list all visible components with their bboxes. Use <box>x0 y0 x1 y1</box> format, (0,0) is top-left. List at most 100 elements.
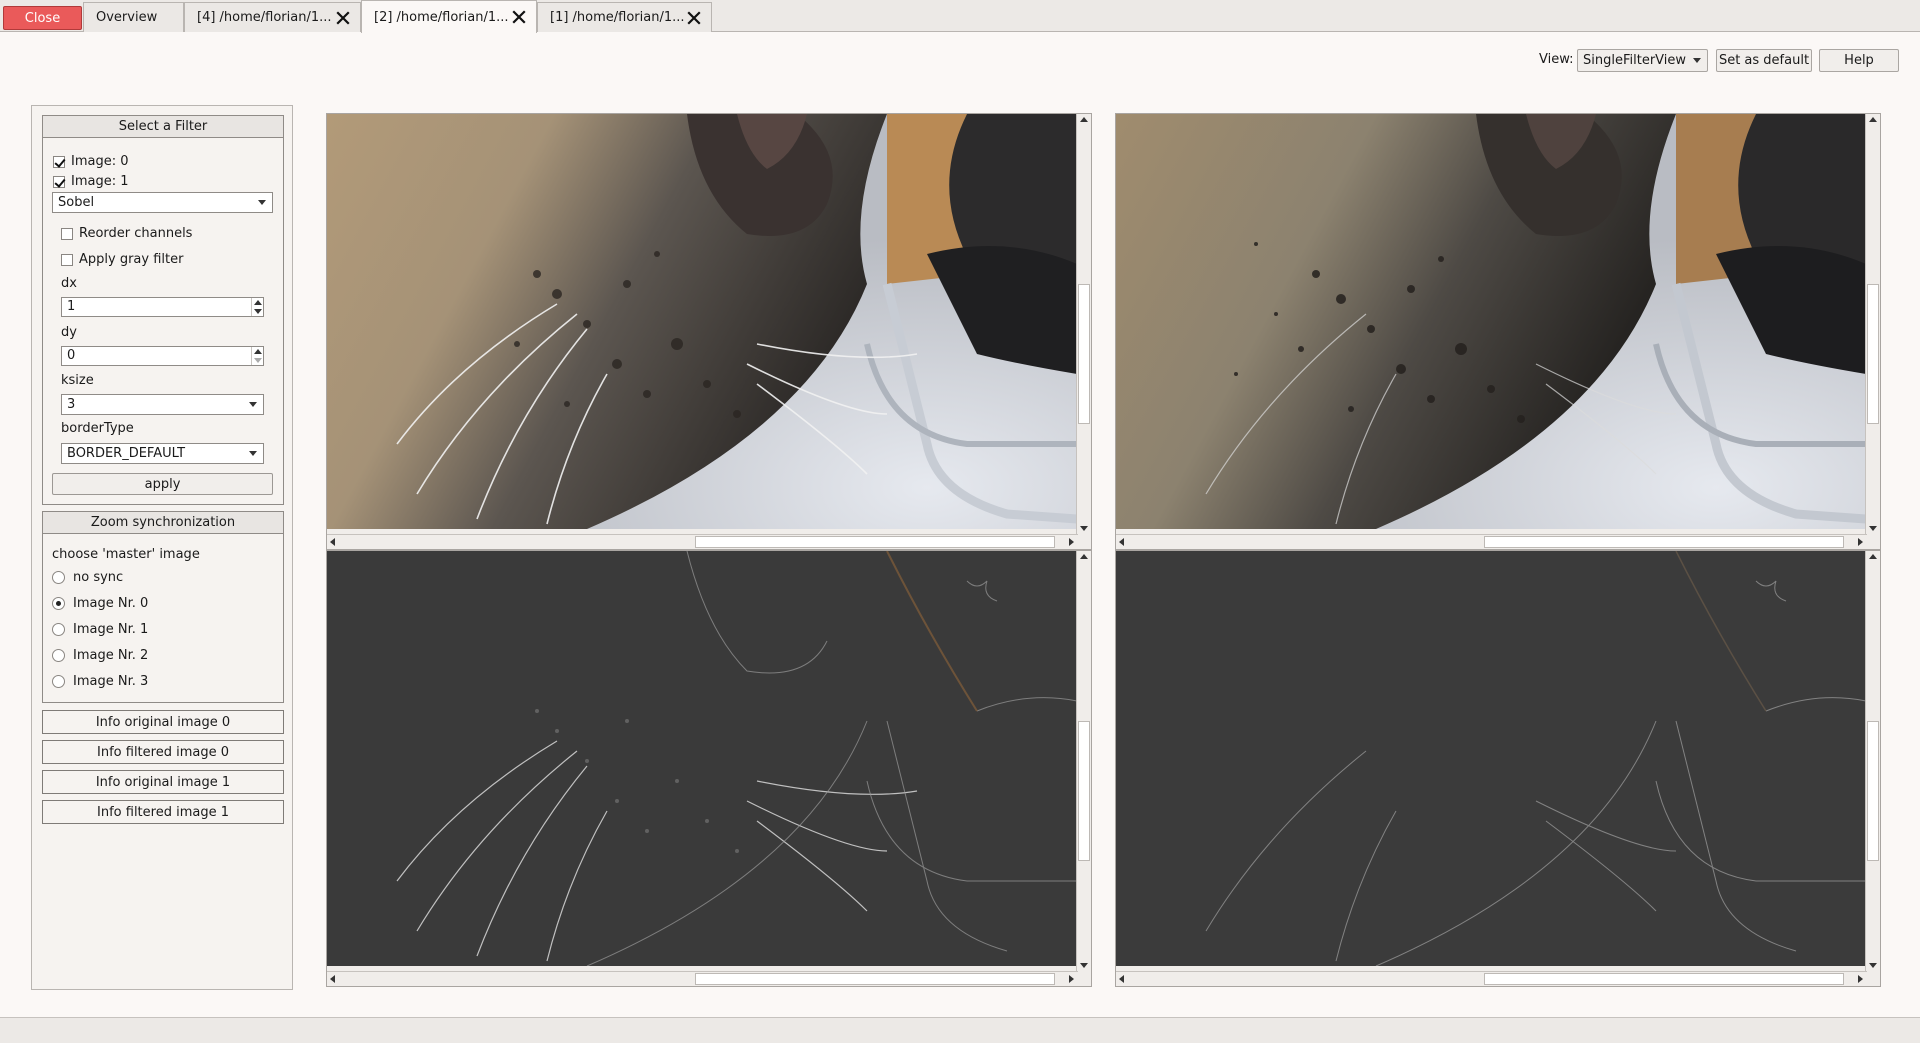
info-original-1-button[interactable]: Info original image 1 <box>42 770 284 794</box>
radio-circle <box>52 623 65 636</box>
tab-label: [1] /home/florian/1... <box>550 10 685 25</box>
scroll-right-icon[interactable] <box>1858 538 1863 546</box>
spin-buttons[interactable] <box>251 347 263 365</box>
scroll-thumb[interactable] <box>1078 284 1090 424</box>
tab-label: [2] /home/florian/1... <box>374 9 509 25</box>
view-select-value: SingleFilterView <box>1583 53 1687 68</box>
checkbox-box <box>53 155 65 168</box>
scroll-thumb[interactable] <box>1484 973 1844 985</box>
help-button[interactable]: Help <box>1819 49 1899 72</box>
tab-image-2[interactable]: [2] /home/florian/1... <box>361 0 537 33</box>
vertical-scrollbar[interactable] <box>1865 551 1880 972</box>
scroll-thumb[interactable] <box>1867 721 1879 861</box>
viewer-original-0 <box>326 113 1092 550</box>
close-icon[interactable] <box>512 10 526 24</box>
image-filtered-0[interactable] <box>327 551 1077 966</box>
scroll-thumb[interactable] <box>695 536 1055 548</box>
close-icon[interactable] <box>336 10 350 25</box>
spin-buttons[interactable] <box>251 298 263 316</box>
info-original-0-button[interactable]: Info original image 0 <box>42 710 284 734</box>
scroll-left-icon[interactable] <box>1119 975 1124 983</box>
radio-image-3[interactable]: Image Nr. 3 <box>52 674 148 689</box>
radio-image-1[interactable]: Image Nr. 1 <box>52 622 148 637</box>
dx-spinbox[interactable]: 1 <box>61 297 264 317</box>
horizontal-scrollbar[interactable] <box>1116 971 1867 986</box>
tab-image-1[interactable]: [1] /home/florian/1... <box>537 2 712 32</box>
tab-label: [4] /home/florian/1... <box>197 10 332 25</box>
scroll-down-icon[interactable] <box>1869 526 1877 531</box>
zoom-sync-group: Zoom synchronization choose 'master' ima… <box>42 511 284 703</box>
scroll-thumb[interactable] <box>1867 284 1879 424</box>
gray-filter-checkbox[interactable]: Apply gray filter <box>61 252 183 267</box>
set-default-button[interactable]: Set as default <box>1716 49 1812 72</box>
viewer-filtered-0 <box>326 550 1092 987</box>
image-original-1[interactable] <box>1116 114 1866 529</box>
scroll-right-icon[interactable] <box>1069 975 1074 983</box>
scroll-down-icon[interactable] <box>1080 963 1088 968</box>
radio-image-0[interactable]: Image Nr. 0 <box>52 596 148 611</box>
chevron-up-icon <box>254 349 262 354</box>
ksize-select[interactable]: 3 <box>61 394 264 415</box>
chevron-down-icon <box>249 451 257 456</box>
horizontal-scrollbar[interactable] <box>1116 534 1867 549</box>
horizontal-scrollbar[interactable] <box>327 971 1078 986</box>
image1-label: Image: 1 <box>71 174 129 189</box>
image1-checkbox[interactable]: Image: 1 <box>53 174 129 189</box>
view-select[interactable]: SingleFilterView <box>1577 49 1708 72</box>
radio-no-sync[interactable]: no sync <box>52 570 123 585</box>
checkbox-box <box>61 227 73 240</box>
scroll-left-icon[interactable] <box>330 538 335 546</box>
scroll-up-icon[interactable] <box>1869 117 1877 122</box>
border-type-select[interactable]: BORDER_DEFAULT <box>61 443 264 464</box>
scroll-left-icon[interactable] <box>330 975 335 983</box>
horizontal-scrollbar[interactable] <box>327 534 1078 549</box>
filter-group-title: Select a Filter <box>43 116 283 138</box>
scroll-right-icon[interactable] <box>1069 538 1074 546</box>
vertical-scrollbar[interactable] <box>1865 114 1880 535</box>
radio-label: Image Nr. 0 <box>73 596 149 611</box>
info-filtered-0-button[interactable]: Info filtered image 0 <box>42 740 284 764</box>
radio-label: Image Nr. 2 <box>73 648 149 663</box>
close-button[interactable]: Close <box>3 6 82 30</box>
image-original-0[interactable] <box>327 114 1077 529</box>
dy-value: 0 <box>67 348 76 363</box>
info-filtered-1-button[interactable]: Info filtered image 1 <box>42 800 284 824</box>
chevron-down-icon <box>258 200 266 205</box>
checkbox-box <box>61 253 73 266</box>
radio-circle <box>52 597 65 610</box>
vertical-scrollbar[interactable] <box>1076 114 1091 535</box>
left-panel: Select a Filter Image: 0 Image: 1 Sobel … <box>31 105 293 990</box>
radio-image-2[interactable]: Image Nr. 2 <box>52 648 148 663</box>
apply-button[interactable]: apply <box>52 473 273 495</box>
ksize-value: 3 <box>67 397 76 412</box>
filter-select[interactable]: Sobel <box>52 192 273 213</box>
image0-checkbox[interactable]: Image: 0 <box>53 154 129 169</box>
viewer-original-1 <box>1115 113 1881 550</box>
scroll-thumb[interactable] <box>1484 536 1844 548</box>
scroll-up-icon[interactable] <box>1869 554 1877 559</box>
scroll-up-icon[interactable] <box>1080 117 1088 122</box>
chevron-down-icon <box>254 309 262 314</box>
dx-label: dx <box>61 276 77 291</box>
image-filtered-1[interactable] <box>1116 551 1866 966</box>
ksize-label: ksize <box>61 373 94 388</box>
dy-spinbox[interactable]: 0 <box>61 346 264 366</box>
reorder-checkbox[interactable]: Reorder channels <box>61 226 192 241</box>
tab-overview[interactable]: Overview <box>83 2 184 32</box>
scroll-right-icon[interactable] <box>1858 975 1863 983</box>
zoom-sync-prompt: choose 'master' image <box>52 547 200 562</box>
scroll-up-icon[interactable] <box>1080 554 1088 559</box>
scroll-left-icon[interactable] <box>1119 538 1124 546</box>
dx-value: 1 <box>67 299 76 314</box>
close-icon[interactable] <box>687 10 701 25</box>
chevron-up-icon <box>254 300 262 305</box>
scroll-thumb[interactable] <box>1078 721 1090 861</box>
scroll-down-icon[interactable] <box>1869 963 1877 968</box>
scroll-thumb[interactable] <box>695 973 1055 985</box>
image0-label: Image: 0 <box>71 154 129 169</box>
view-label: View: <box>1539 52 1574 67</box>
vertical-scrollbar[interactable] <box>1076 551 1091 972</box>
scroll-down-icon[interactable] <box>1080 526 1088 531</box>
tab-image-4[interactable]: [4] /home/florian/1... <box>184 2 361 32</box>
dy-label: dy <box>61 325 77 340</box>
